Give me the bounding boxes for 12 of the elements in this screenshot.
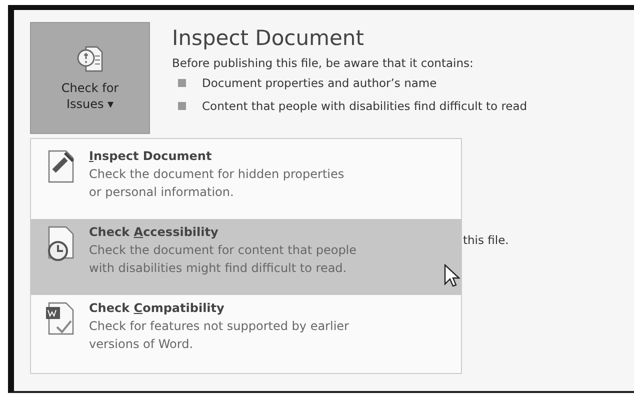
menu-item[interactable]: Check Accessibility Check the document for content that people with disabilities might find difficult to read. bbox=[31, 219, 461, 295]
section-title: Inspect Document bbox=[172, 26, 365, 50]
bullet-text: Document properties and author’s name bbox=[202, 76, 437, 90]
bullet-icon bbox=[178, 79, 186, 87]
bullet-text: Content that people with disabilities find difficult to read bbox=[202, 99, 528, 113]
check-for-issues-button[interactable]: Check for Issues ▾ bbox=[30, 22, 150, 134]
bullet-icon bbox=[178, 102, 186, 110]
info-text: this file. bbox=[463, 233, 509, 247]
menu-item[interactable]: Inspect Document Check the document for hidden properties or personal information. bbox=[31, 143, 461, 219]
document-icon bbox=[75, 44, 105, 74]
menu-item[interactable]: Check Compatibility Check for features not supported by earlier versions of Word. bbox=[31, 295, 461, 371]
intro-text: Before publishing this file, be aware that it contains: bbox=[172, 56, 474, 70]
